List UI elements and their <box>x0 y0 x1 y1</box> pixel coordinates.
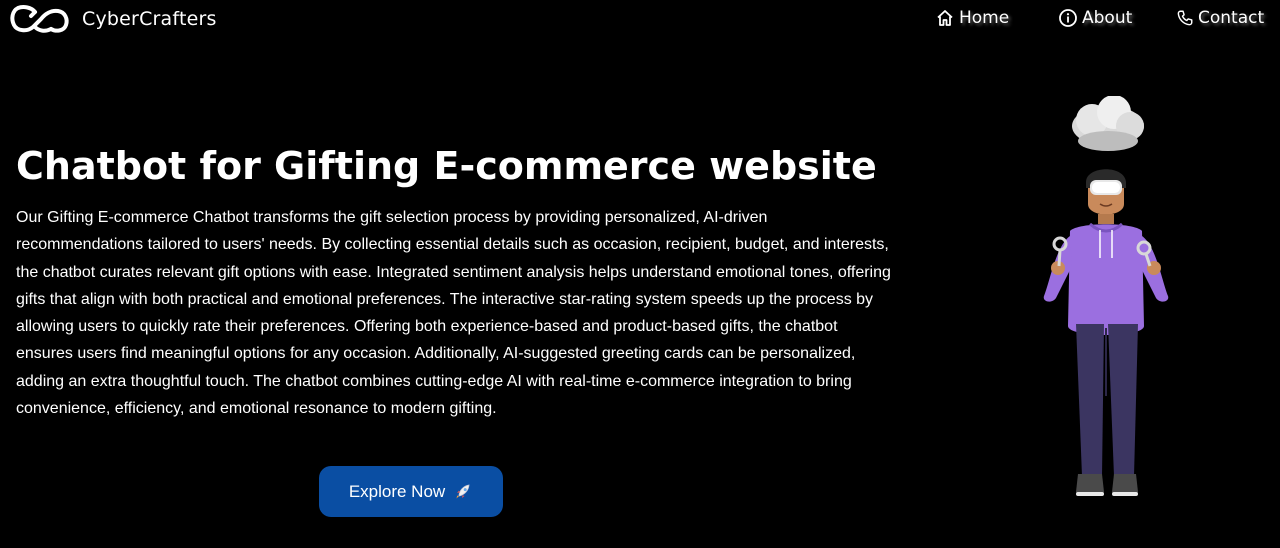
nav-about-link[interactable]: About <box>1058 8 1132 28</box>
nav-contact-link[interactable]: Contact <box>1176 8 1264 28</box>
character-body <box>1043 222 1169 335</box>
hero-title: Chatbot for Gifting E-commerce website <box>16 144 877 188</box>
character-legs <box>1076 324 1138 476</box>
nav-home-label: Home <box>959 8 1010 28</box>
character-illustration <box>1043 96 1169 496</box>
explore-now-label: Explore Now <box>348 481 446 501</box>
navbar: CyberCrafters Home About Contact <box>0 0 1280 40</box>
info-icon <box>1059 9 1077 27</box>
character-head <box>1086 169 1126 224</box>
hero-description: Our Gifting E-commerce Chatbot transform… <box>16 209 891 418</box>
nav-home-link[interactable]: Home <box>935 8 1009 28</box>
phone-icon <box>1177 10 1193 26</box>
brand-logo-icon <box>10 5 69 33</box>
home-icon <box>937 10 953 26</box>
character-shoes <box>1076 474 1138 496</box>
nav-contact-label: Contact <box>1198 8 1265 28</box>
page: CyberCrafters Home About Contact Chatbot… <box>0 0 1280 548</box>
explore-now-button[interactable]: Explore Now <box>319 466 503 517</box>
nav-about-label: About <box>1082 8 1133 28</box>
brand-name: CyberCrafters <box>82 8 217 30</box>
brand[interactable]: CyberCrafters <box>8 4 217 34</box>
cloud-icon <box>1072 96 1144 151</box>
rocket-icon <box>456 484 470 498</box>
